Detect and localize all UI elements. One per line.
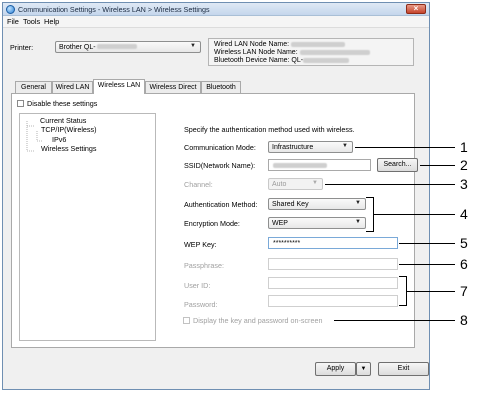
auth-method-select[interactable]: Shared Key ▼	[268, 198, 366, 210]
user-id-input[interactable]	[268, 277, 398, 289]
tree-item-tcpip[interactable]: TCP/IP(Wireless)	[41, 125, 97, 134]
auth-method-label: Authentication Method:	[184, 200, 258, 209]
comm-mode-value: Infrastructure	[272, 143, 314, 151]
password-input[interactable]	[268, 295, 398, 307]
callout-4: 4	[460, 206, 468, 222]
callout-leader-2	[420, 165, 455, 166]
ssid-input[interactable]	[268, 159, 371, 171]
channel-value: Auto	[272, 180, 287, 188]
callout-leader-6	[399, 264, 455, 265]
callout-leader-3	[325, 184, 455, 185]
app-icon	[6, 5, 15, 14]
encryption-mode-value: WEP	[272, 219, 288, 227]
comm-mode-label: Communication Mode:	[184, 143, 256, 152]
printer-label: Printer:	[10, 43, 34, 52]
tree-item-ipv6[interactable]: IPv6	[52, 135, 66, 144]
disable-settings-label: Disable these settings	[27, 99, 98, 108]
encryption-mode-select[interactable]: WEP ▼	[268, 217, 366, 229]
passphrase-label: Passphrase:	[184, 261, 224, 270]
wired-node-label: Wired LAN Node Name:	[214, 41, 290, 48]
display-key-checkbox[interactable]	[183, 317, 190, 324]
wep-key-input[interactable]: **********	[268, 237, 398, 249]
disable-settings-checkbox[interactable]	[17, 100, 24, 107]
comm-mode-select[interactable]: Infrastructure ▼	[268, 141, 353, 153]
user-id-label: User ID:	[184, 281, 211, 290]
menu-tools[interactable]: Tools	[23, 17, 40, 26]
channel-select[interactable]: Auto ▼	[268, 178, 323, 190]
tab-bluetooth[interactable]: Bluetooth	[201, 81, 241, 93]
menu-file[interactable]: File	[7, 17, 19, 26]
callout-1: 1	[460, 139, 468, 155]
callout-7: 7	[460, 283, 468, 299]
tree-item-current-status[interactable]: Current Status	[40, 116, 86, 125]
chevron-down-icon: ▼	[360, 366, 367, 372]
callout-8: 8	[460, 312, 468, 328]
apply-button[interactable]: Apply	[315, 362, 356, 376]
callout-3: 3	[460, 176, 468, 192]
wep-key-label: WEP Key:	[184, 240, 217, 249]
callout-bracket-7	[399, 276, 407, 306]
chevron-down-icon: ▼	[342, 143, 348, 149]
tab-wired-lan[interactable]: Wired LAN	[52, 81, 93, 93]
channel-label: Channel:	[184, 180, 213, 189]
title-bar: Communication Settings - Wireless LAN > …	[3, 3, 429, 16]
ssid-label: SSID(Network Name):	[184, 161, 256, 170]
apply-dropdown-button[interactable]: ▼	[356, 362, 371, 376]
callout-5: 5	[460, 235, 468, 251]
exit-button[interactable]: Exit	[378, 362, 429, 376]
wep-key-value: **********	[273, 240, 301, 247]
tab-general[interactable]: General	[15, 81, 52, 93]
display-key-label: Display the key and password on-screen	[193, 316, 323, 325]
menu-help[interactable]: Help	[44, 17, 59, 26]
menu-bar: File Tools Help	[3, 16, 429, 28]
callout-leader-8	[334, 320, 455, 321]
callout-2: 2	[460, 157, 468, 173]
printer-select[interactable]: Brother QL- ▼	[55, 41, 201, 53]
passphrase-input[interactable]	[268, 258, 398, 270]
bluetooth-name-label: Bluetooth Device Name: QL-	[214, 57, 304, 64]
tree-item-wireless-settings[interactable]: Wireless Settings	[41, 144, 97, 153]
search-button[interactable]: Search...	[377, 158, 418, 172]
chevron-down-icon: ▼	[312, 180, 318, 186]
settings-tree: Current Status TCP/IP(Wireless) IPv6 Wir…	[19, 113, 156, 341]
password-label: Password:	[184, 300, 218, 309]
auth-method-value: Shared Key	[272, 200, 309, 208]
printer-info-box: Wired LAN Node Name: Wireless LAN Node N…	[208, 38, 414, 66]
callout-leader-1	[355, 147, 455, 148]
encryption-mode-label: Encryption Mode:	[184, 219, 240, 228]
chevron-down-icon: ▼	[355, 219, 361, 225]
tab-wireless-lan[interactable]: Wireless LAN	[93, 79, 145, 94]
callout-leader-7	[407, 291, 455, 292]
chevron-down-icon: ▼	[355, 200, 361, 206]
callout-6: 6	[460, 256, 468, 272]
window-title: Communication Settings - Wireless LAN > …	[18, 5, 210, 14]
chevron-down-icon: ▼	[190, 43, 196, 49]
callout-leader-4	[374, 214, 455, 215]
form-description: Specify the authentication method used w…	[184, 125, 355, 134]
wireless-node-label: Wireless LAN Node Name:	[214, 49, 298, 56]
printer-value: Brother QL-	[59, 43, 96, 51]
close-button[interactable]: ×	[406, 4, 426, 14]
callout-leader-5	[399, 243, 455, 244]
callout-bracket-4	[366, 197, 374, 232]
tab-wireless-direct[interactable]: Wireless Direct	[145, 81, 201, 93]
